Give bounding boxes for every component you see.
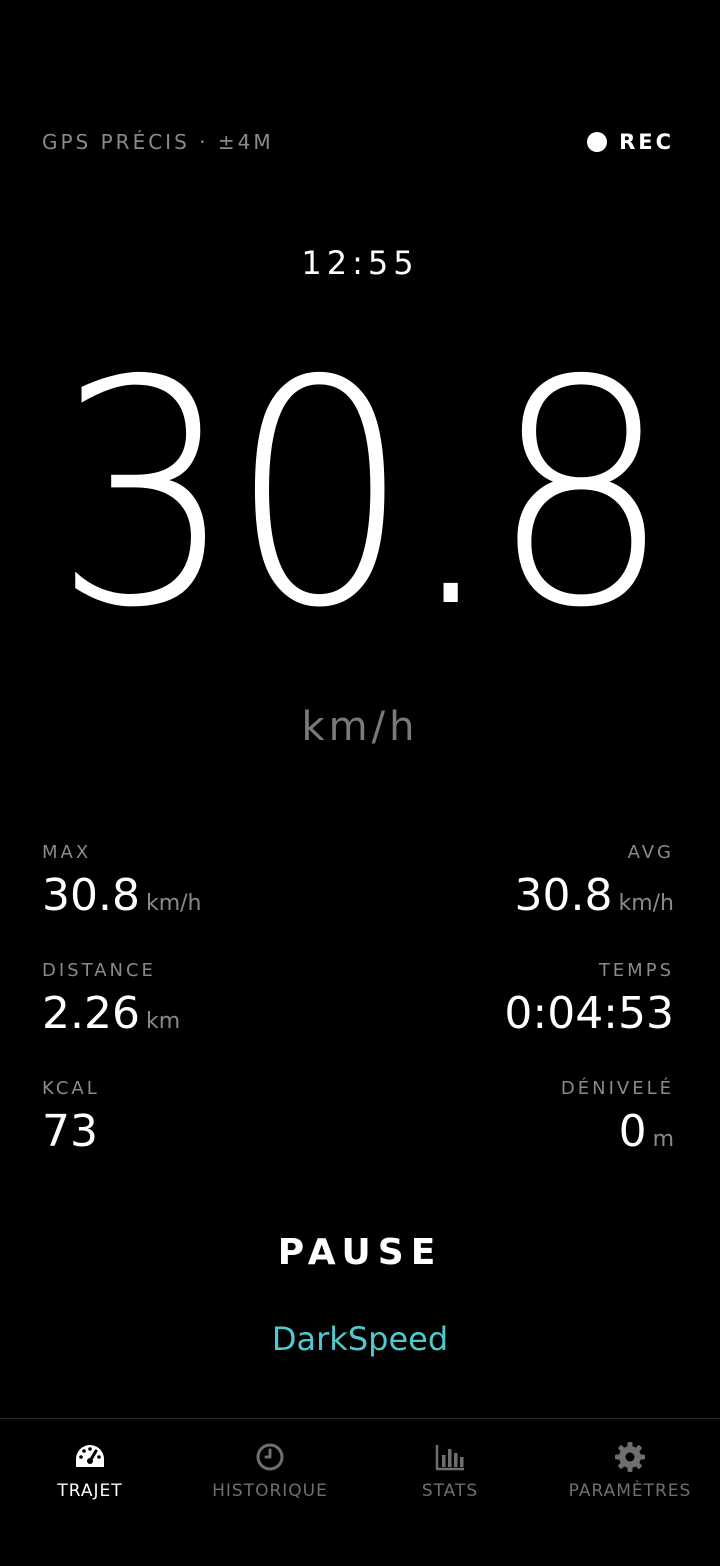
stat-value: 30.8 km/h	[42, 868, 202, 932]
speed-unit: km/h	[301, 704, 419, 750]
bar-chart-icon	[435, 1445, 464, 1471]
gps-status: GPS PRÉCIS · ±4M	[42, 130, 274, 154]
current-speed: 30.8	[53, 315, 672, 676]
stat-value: 0m	[561, 1104, 674, 1168]
tab-label: TRAJET	[57, 1481, 123, 1501]
tab-label: PARAMÈTRES	[568, 1481, 692, 1501]
gear-icon	[615, 1442, 645, 1472]
stat-unit: km/h	[618, 891, 674, 916]
stat-label: DISTANCE	[42, 960, 156, 981]
stat-distance: DISTANCE 2.26 km	[42, 960, 180, 1050]
stat-time: TEMPS 0:04:53	[504, 960, 674, 1042]
stat-row: MAX 30.8 km/h AVG 30.8 km/h	[42, 842, 674, 960]
recording-dot-icon	[587, 132, 608, 152]
tab-label: STATS	[421, 1481, 479, 1501]
recording-label: REC	[619, 130, 674, 154]
elapsed-time-value: 0:04:53	[504, 988, 674, 1039]
tab-historique[interactable]: HISTORIQUE	[180, 1419, 360, 1566]
stat-label: DÉNIVELÉ	[560, 1078, 674, 1099]
stat-value: 0:04:53	[504, 986, 674, 1042]
tab-parametres[interactable]: PARAMÈTRES	[540, 1419, 720, 1566]
trip-stats: MAX 30.8 km/h AVG 30.8 km/h DISTANCE 2.26 k…	[42, 842, 674, 1196]
max-speed-value: 30.8	[42, 870, 140, 921]
recording-indicator: REC	[587, 130, 674, 154]
stat-row: DISTANCE 2.26 km TEMPS 0:04:53	[42, 960, 674, 1078]
stat-row: KCAL 73 DÉNIVELÉ 0m	[42, 1078, 674, 1196]
clock-icon	[256, 1443, 284, 1471]
stat-elevation: DÉNIVELÉ 0m	[561, 1078, 674, 1168]
distance-value: 2.26	[42, 988, 140, 1039]
status-bar: GPS PRÉCIS · ±4M REC	[42, 130, 674, 158]
stat-value: 30.8 km/h	[515, 868, 675, 932]
stat-max: MAX 30.8 km/h	[42, 842, 202, 932]
speedometer-icon	[76, 1445, 104, 1467]
clock: 12:55	[301, 244, 419, 282]
stat-unit: m	[652, 1127, 674, 1152]
tab-stats[interactable]: STATS	[360, 1419, 540, 1566]
stat-label: AVG	[627, 842, 674, 863]
stat-avg: AVG 30.8 km/h	[515, 842, 675, 932]
bottom-tab-bar: TRAJET HISTORIQUE STATS PARAMÈTRES	[0, 1418, 720, 1566]
stat-value: 73	[42, 1104, 100, 1160]
stat-unit: km/h	[145, 891, 202, 916]
pause-button[interactable]: PAUSE	[210, 1226, 510, 1278]
app-brand: DarkSpeed	[271, 1320, 449, 1358]
stat-label: TEMPS	[598, 960, 674, 981]
stat-unit: km	[145, 1009, 181, 1034]
avg-speed-value: 30.8	[514, 870, 613, 921]
stat-label: KCAL	[42, 1078, 100, 1099]
tab-trajet[interactable]: TRAJET	[0, 1419, 180, 1566]
stat-label: MAX	[42, 842, 92, 863]
kcal-value: 73	[42, 1106, 98, 1157]
stat-kcal: KCAL 73	[42, 1078, 100, 1160]
stat-value: 2.26 km	[42, 986, 180, 1050]
elevation-value: 0	[618, 1106, 647, 1157]
tab-label: HISTORIQUE	[212, 1481, 328, 1501]
